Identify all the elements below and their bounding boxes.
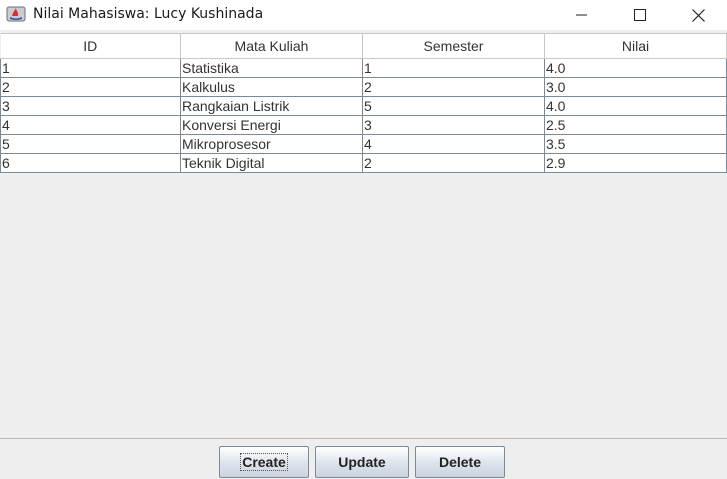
column-header-id[interactable]: ID xyxy=(0,33,181,59)
cell-nilai[interactable]: 3.5 xyxy=(544,134,727,154)
cell-mata-kuliah[interactable]: Konversi Energi xyxy=(180,115,363,135)
column-header-semester[interactable]: Semester xyxy=(362,33,545,59)
close-button[interactable] xyxy=(669,0,727,30)
maximize-button[interactable] xyxy=(611,0,669,30)
window-title: Nilai Mahasiswa: Lucy Kushinada xyxy=(33,6,264,22)
table-row[interactable]: 4 Konversi Energi 3 2.5 xyxy=(0,115,727,135)
cell-nilai[interactable]: 2.5 xyxy=(544,115,727,135)
create-button[interactable]: Create xyxy=(219,446,309,478)
table-header-row: ID Mata Kuliah Semester Nilai xyxy=(0,33,727,59)
create-button-label: Create xyxy=(240,453,288,471)
cell-id[interactable]: 4 xyxy=(0,115,181,135)
cell-semester[interactable]: 5 xyxy=(362,96,545,116)
minimize-button[interactable] xyxy=(553,0,611,30)
cell-semester[interactable]: 2 xyxy=(362,153,545,173)
cell-id[interactable]: 2 xyxy=(0,77,181,97)
delete-button-label: Delete xyxy=(438,454,482,470)
cell-semester[interactable]: 2 xyxy=(362,77,545,97)
cell-id[interactable]: 1 xyxy=(0,58,181,78)
cell-id[interactable]: 6 xyxy=(0,153,181,173)
table-row[interactable]: 6 Teknik Digital 2 2.9 xyxy=(0,153,727,173)
cell-id[interactable]: 3 xyxy=(0,96,181,116)
column-header-mata-kuliah[interactable]: Mata Kuliah xyxy=(180,33,363,59)
cell-semester[interactable]: 1 xyxy=(362,58,545,78)
button-panel-divider xyxy=(0,438,727,439)
cell-semester[interactable]: 3 xyxy=(362,115,545,135)
cell-nilai[interactable]: 3.0 xyxy=(544,77,727,97)
grades-table-container: ID Mata Kuliah Semester Nilai 1 Statisti… xyxy=(0,33,727,173)
table-row[interactable]: 1 Statistika 1 4.0 xyxy=(0,58,727,78)
close-icon xyxy=(691,8,705,22)
update-button[interactable]: Update xyxy=(315,446,409,478)
cell-semester[interactable]: 4 xyxy=(362,134,545,154)
title-bar[interactable]: Nilai Mahasiswa: Lucy Kushinada xyxy=(0,0,727,30)
update-button-label: Update xyxy=(338,454,386,470)
cell-id[interactable]: 5 xyxy=(0,134,181,154)
column-header-nilai[interactable]: Nilai xyxy=(544,33,727,59)
cell-mata-kuliah[interactable]: Mikroprosesor xyxy=(180,134,363,154)
delete-button[interactable]: Delete xyxy=(415,446,505,478)
cell-mata-kuliah[interactable]: Teknik Digital xyxy=(180,153,363,173)
cell-mata-kuliah[interactable]: Kalkulus xyxy=(180,77,363,97)
table-row[interactable]: 5 Mikroprosesor 4 3.5 xyxy=(0,134,727,154)
cell-nilai[interactable]: 2.9 xyxy=(544,153,727,173)
cell-mata-kuliah[interactable]: Rangkaian Listrik xyxy=(180,96,363,116)
grades-table: ID Mata Kuliah Semester Nilai 1 Statisti… xyxy=(0,33,727,173)
cell-mata-kuliah[interactable]: Statistika xyxy=(180,58,363,78)
table-row[interactable]: 3 Rangkaian Listrik 5 4.0 xyxy=(0,96,727,116)
cell-nilai[interactable]: 4.0 xyxy=(544,58,727,78)
table-row[interactable]: 2 Kalkulus 2 3.0 xyxy=(0,77,727,97)
maximize-icon xyxy=(634,9,646,21)
minimize-icon xyxy=(576,14,587,16)
cell-nilai[interactable]: 4.0 xyxy=(544,96,727,116)
java-app-icon xyxy=(6,6,26,22)
